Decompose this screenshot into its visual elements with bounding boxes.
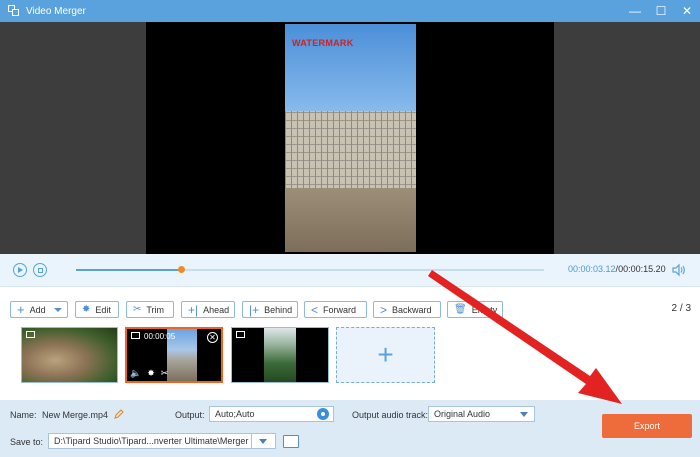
output-settings-panel: Name: New Merge.mp4 Output: Auto;Auto Ou… [0, 400, 700, 457]
audio-track-label: Output audio track: [352, 410, 429, 420]
volume-icon[interactable] [671, 263, 685, 277]
audio-track-select[interactable]: Original Audio [428, 406, 535, 422]
chevron-down-icon [259, 439, 267, 444]
insert-behind-icon: |+ [249, 302, 260, 317]
ahead-button[interactable]: +| Ahead [181, 301, 235, 318]
video-frame: WATERMARK [285, 24, 416, 252]
plus-icon: + [377, 339, 394, 370]
remove-clip-icon[interactable]: ✕ [207, 332, 218, 343]
pencil-icon[interactable] [113, 408, 125, 420]
video-preview: WATERMARK [0, 22, 700, 254]
save-to-label: Save to: [10, 437, 44, 447]
film-icon [26, 331, 35, 338]
save-path-select[interactable]: D:\Tipard Studio\Tipard...nverter Ultima… [48, 433, 276, 449]
gear-icon[interactable] [317, 408, 329, 420]
chevron-right-icon: > [380, 302, 388, 317]
progress-fill [76, 269, 182, 271]
plus-icon: + [17, 302, 25, 317]
maximize-icon[interactable]: ☐ [648, 0, 674, 22]
audio-icon[interactable]: 🔈 [130, 368, 141, 379]
scissors-icon[interactable]: ✂ [161, 368, 169, 379]
progress-slider[interactable] [76, 266, 544, 273]
clip-thumbnail-cat[interactable] [21, 327, 118, 383]
add-clip-button[interactable]: + [336, 327, 435, 383]
film-icon [131, 332, 140, 339]
add-button[interactable]: + Add [10, 301, 68, 318]
play-icon [18, 267, 23, 273]
chevron-down-icon [520, 412, 528, 417]
total-time: 00:00:15.20 [618, 264, 666, 274]
edit-toolbar: + Add ✸ Edit ✂ Trim +| Ahead |+ Behind <… [0, 286, 700, 326]
output-label: Output: [175, 410, 205, 420]
minimize-icon[interactable]: — [622, 0, 648, 22]
clip-timeline: 00:00:05 ✕ 🔈 ✸ ✂ + [0, 326, 700, 400]
film-icon [236, 331, 245, 338]
scissors-icon: ✂ [133, 304, 142, 315]
insert-ahead-icon: +| [188, 302, 199, 317]
page-indicator: 2 / 3 [671, 303, 691, 314]
forward-button[interactable]: < Forward [304, 301, 367, 318]
export-button[interactable]: Export [602, 414, 692, 438]
title-bar: Video Merger — ☐ ✕ [0, 0, 700, 22]
edit-button[interactable]: ✸ Edit [75, 301, 119, 318]
empty-button[interactable]: 🗑 Empty [447, 301, 503, 318]
backward-button[interactable]: > Backward [373, 301, 441, 318]
play-button[interactable] [13, 263, 27, 277]
behind-button[interactable]: |+ Behind [242, 301, 298, 318]
current-time: 00:00:03.12 [568, 264, 616, 274]
close-window-icon[interactable]: ✕ [674, 0, 700, 22]
name-label: Name: [10, 410, 37, 420]
video-area: WATERMARK [146, 22, 554, 254]
magic-wand-icon[interactable]: ✸ [147, 368, 155, 379]
clip-thumbnail-fence[interactable]: 00:00:05 ✕ 🔈 ✸ ✂ [125, 327, 223, 383]
trim-button[interactable]: ✂ Trim [126, 301, 174, 318]
clip-thumbnail-trees[interactable] [231, 327, 329, 383]
playback-bar: 00:00:03.12/00:00:15.20 [0, 254, 700, 286]
progress-handle[interactable] [178, 266, 186, 273]
stop-icon [37, 267, 43, 273]
stop-button[interactable] [33, 263, 47, 277]
output-format-field[interactable]: Auto;Auto [209, 406, 334, 422]
timecode: 00:00:03.12/00:00:15.20 [568, 264, 666, 274]
watermark-text: WATERMARK [292, 38, 354, 48]
trash-icon: 🗑 [454, 304, 467, 315]
app-logo-icon [8, 5, 20, 17]
output-filename: New Merge.mp4 [42, 410, 109, 420]
chevron-left-icon: < [311, 302, 319, 317]
folder-icon[interactable] [283, 435, 299, 448]
chevron-down-icon[interactable] [53, 307, 62, 312]
magic-wand-icon: ✸ [82, 304, 91, 315]
clip-duration: 00:00:05 [144, 332, 176, 341]
window-title: Video Merger [26, 5, 86, 17]
